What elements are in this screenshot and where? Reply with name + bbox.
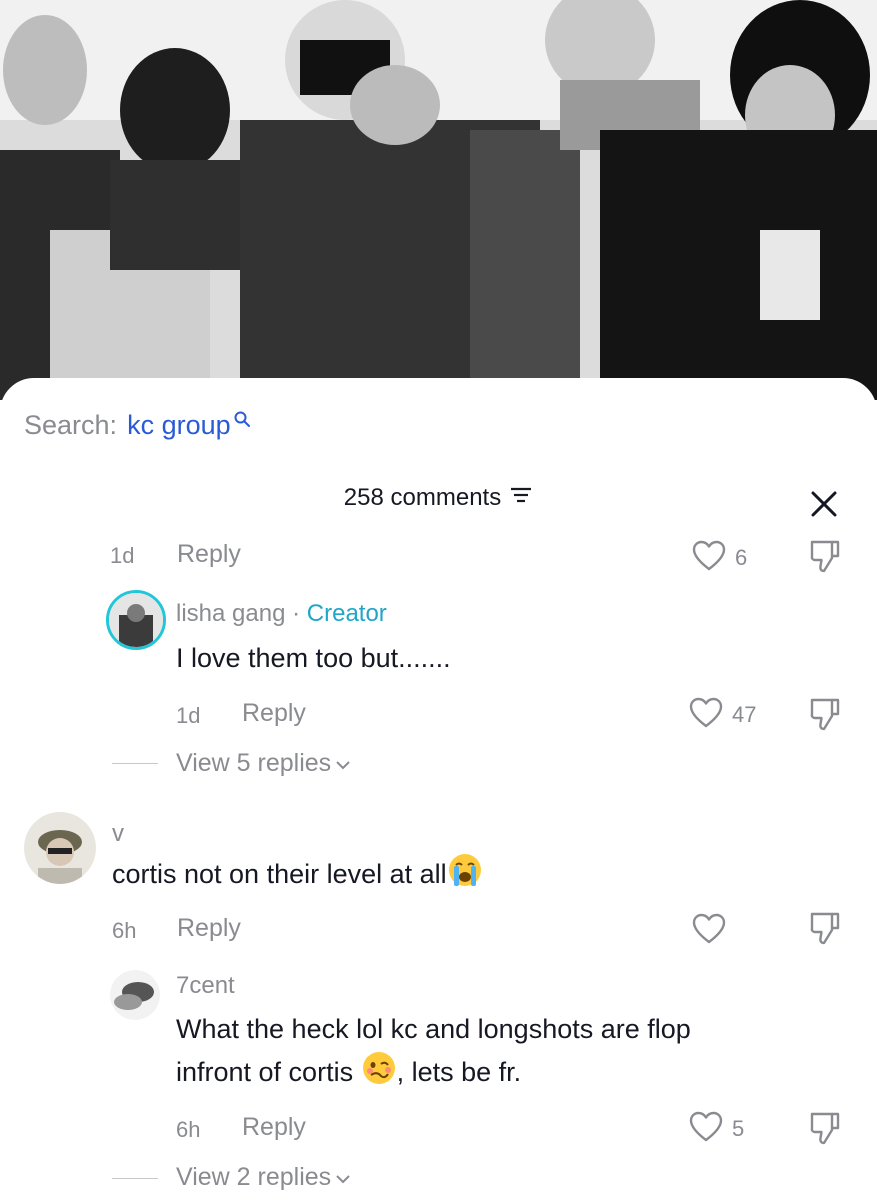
comment-time: 6h bbox=[112, 918, 137, 943]
chevron-down-icon bbox=[335, 749, 351, 778]
chevron-down-icon bbox=[335, 1163, 351, 1192]
comment-text: What the heck lol kc and longshots are f… bbox=[176, 1009, 836, 1098]
like-count: 5 bbox=[732, 1116, 745, 1141]
dislike-icon[interactable] bbox=[808, 696, 842, 737]
sort-icon[interactable] bbox=[509, 484, 533, 512]
close-icon[interactable] bbox=[806, 486, 842, 522]
reply-button[interactable]: Reply bbox=[242, 699, 306, 728]
search-suggestion[interactable]: Search: kc group bbox=[24, 410, 251, 441]
heart-icon[interactable] bbox=[692, 913, 726, 950]
comment-count: 258 comments bbox=[343, 484, 502, 511]
like-count: 47 bbox=[732, 702, 757, 727]
comment-line-2-start: infront of cortis bbox=[176, 1057, 354, 1088]
dislike-icon[interactable] bbox=[808, 1110, 842, 1151]
name-separator: · bbox=[292, 600, 301, 627]
author-name[interactable]: v bbox=[112, 820, 124, 848]
avatar[interactable] bbox=[110, 970, 160, 1020]
search-label: Search: bbox=[24, 410, 118, 440]
loudly-crying-face-icon bbox=[447, 852, 483, 900]
view-replies-button[interactable]: View 5 replies bbox=[176, 749, 351, 778]
divider bbox=[112, 763, 158, 764]
divider bbox=[112, 1178, 158, 1179]
avatar[interactable] bbox=[106, 590, 166, 650]
comment-time: 6h bbox=[176, 1117, 201, 1142]
heart-icon[interactable] bbox=[689, 1111, 723, 1148]
reply-button[interactable]: Reply bbox=[242, 1113, 306, 1142]
author-name[interactable]: 7cent bbox=[176, 972, 235, 1000]
view-replies-label: View 2 replies bbox=[176, 1163, 332, 1191]
comments-header: 258 comments bbox=[0, 484, 877, 512]
heart-icon[interactable] bbox=[692, 540, 726, 577]
comment-line-2: infront of cortis , lets be fr. bbox=[176, 1050, 836, 1098]
view-replies-label: View 5 replies bbox=[176, 749, 332, 777]
comment-text: cortis not on their level at all bbox=[112, 852, 483, 900]
view-replies-button[interactable]: View 2 replies bbox=[176, 1163, 351, 1192]
comment-line-2-end: , lets be fr. bbox=[396, 1057, 522, 1088]
header-photo bbox=[0, 0, 877, 400]
like-count: 6 bbox=[735, 545, 748, 570]
comment-line-1: What the heck lol kc and longshots are f… bbox=[176, 1014, 691, 1044]
reply-button[interactable]: Reply bbox=[177, 914, 241, 943]
comment-text: I love them too but....... bbox=[176, 643, 451, 673]
woozy-face-icon bbox=[361, 1050, 397, 1098]
search-query-link[interactable]: kc group bbox=[127, 410, 231, 441]
heart-icon[interactable] bbox=[689, 697, 723, 734]
comment-author: lisha gang · Creator bbox=[176, 600, 387, 628]
comment-time: 1d bbox=[176, 703, 201, 728]
creator-badge: Creator bbox=[306, 600, 387, 627]
author-name[interactable]: lisha gang bbox=[176, 600, 285, 627]
reply-button[interactable]: Reply bbox=[177, 540, 241, 569]
dislike-icon[interactable] bbox=[808, 910, 842, 951]
search-icon bbox=[233, 404, 251, 435]
comment-body: cortis not on their level at all bbox=[112, 859, 447, 890]
dislike-icon[interactable] bbox=[808, 538, 842, 579]
avatar[interactable] bbox=[24, 812, 96, 884]
comment-time: 1d bbox=[110, 543, 135, 568]
